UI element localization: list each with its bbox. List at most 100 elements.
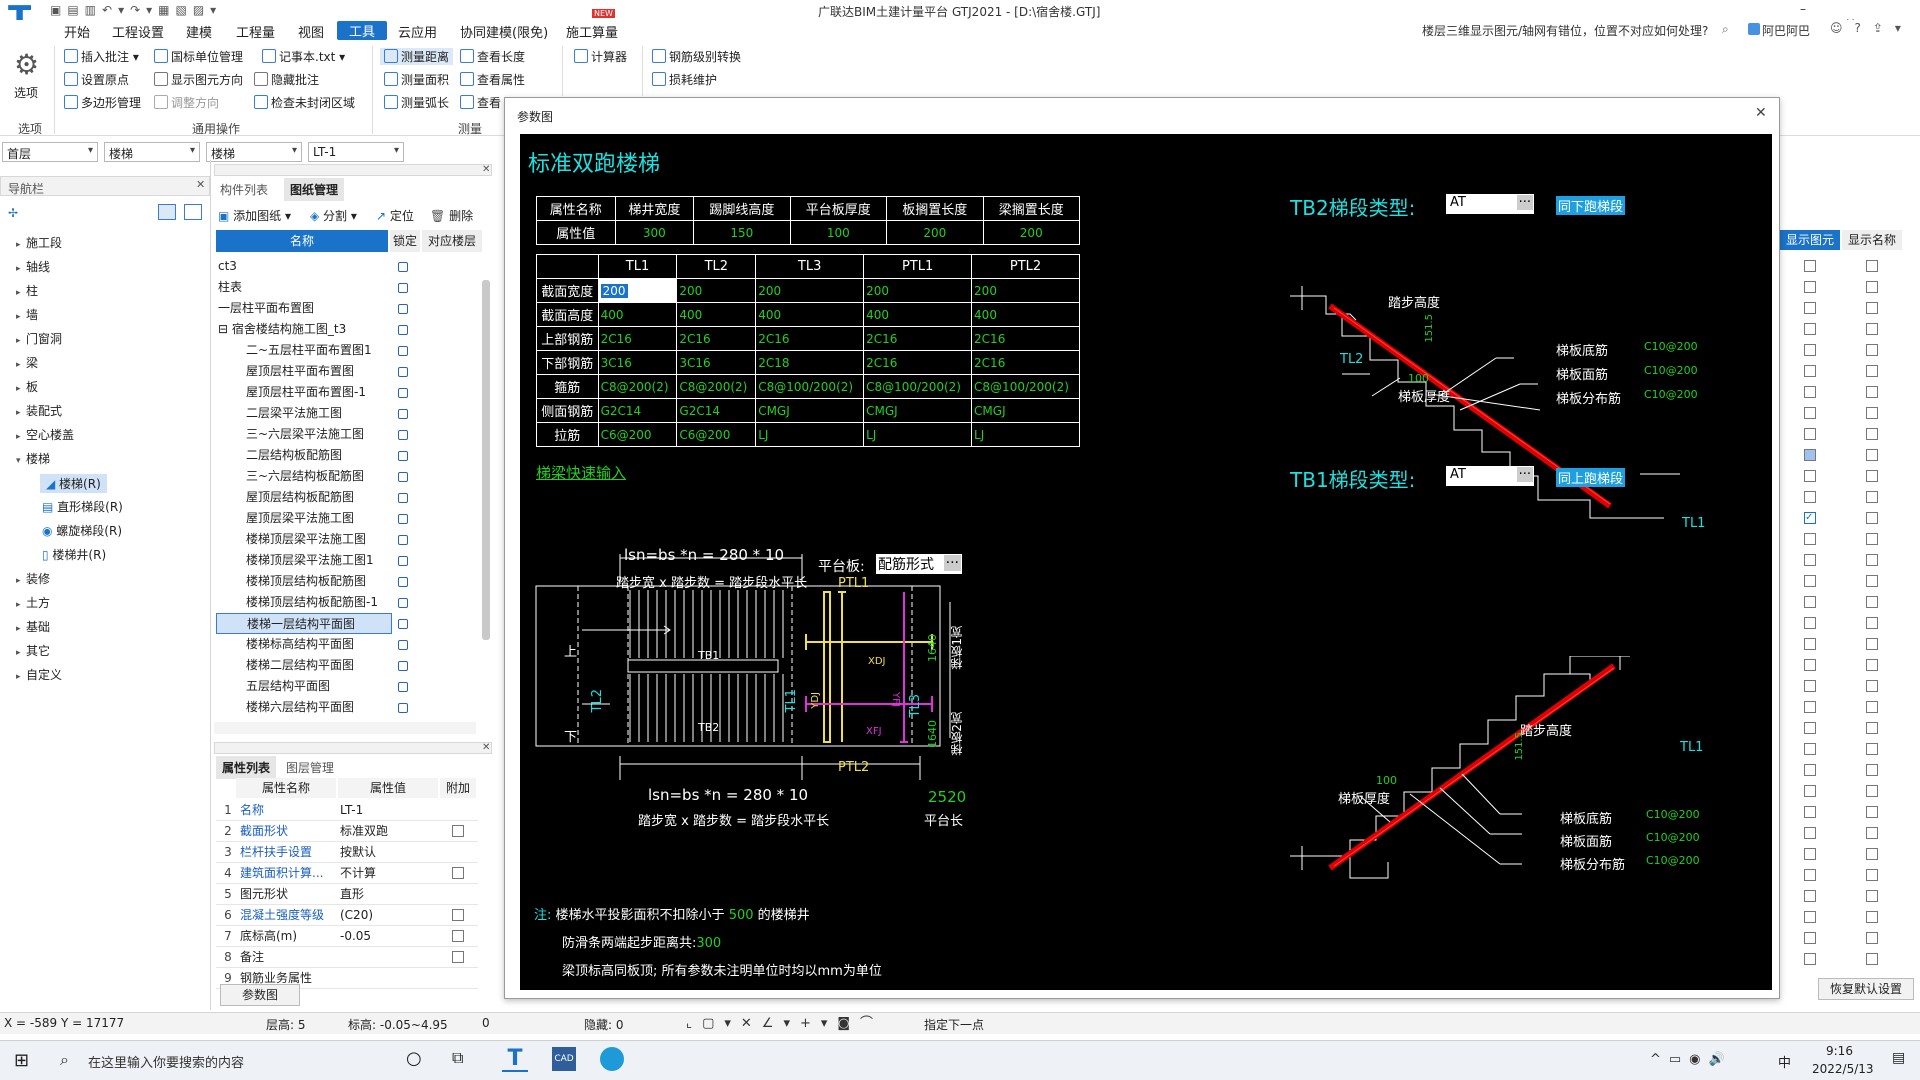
display-element-checkbox[interactable]: [1804, 659, 1816, 671]
lock-icon[interactable]: [398, 640, 408, 650]
beam-cell[interactable]: 2C16: [755, 326, 865, 351]
drawing-tree-row[interactable]: 楼梯二层结构平面图: [216, 655, 392, 676]
display-element-checkbox[interactable]: [1804, 323, 1816, 335]
drawing-tree-row[interactable]: 楼梯顶层梁平法施工图: [216, 529, 392, 550]
beam-cell[interactable]: C8@100/200(2): [755, 374, 865, 399]
prop-row[interactable]: 7 底标高(m) -0.05: [216, 926, 478, 947]
snap-toolbar-icons[interactable]: ⌞▢▾✕∠▾+▾◙⌒: [686, 1012, 883, 1031]
prop-checkbox[interactable]: [452, 951, 464, 963]
beam-cell[interactable]: C8@100/200(2): [971, 374, 1080, 399]
user-icon[interactable]: [1748, 23, 1760, 35]
display-name-checkbox[interactable]: [1866, 743, 1878, 755]
nav-item-decoration[interactable]: ▸ 装修: [16, 570, 50, 587]
quick-access-icons[interactable]: ▣▤▥↶▾↷▾▦▧▨▾: [50, 3, 222, 17]
display-element-checkbox[interactable]: [1804, 260, 1816, 272]
drawing-tree-row[interactable]: 楼梯六层结构平面图: [216, 697, 392, 718]
drawing-close-icon[interactable]: ✕: [482, 164, 490, 175]
floor-select[interactable]: 首层: [2, 142, 98, 162]
display-element-checkbox[interactable]: [1804, 449, 1816, 461]
display-element-checkbox[interactable]: [1804, 869, 1816, 881]
display-name-checkbox[interactable]: [1866, 932, 1878, 944]
prop-row[interactable]: 5 图元形状 直形: [216, 884, 478, 905]
show-direction-checkbox[interactable]: 显示图元方向: [154, 71, 243, 88]
beam-cell[interactable]: 400: [863, 302, 973, 327]
display-element-checkbox[interactable]: [1804, 806, 1816, 818]
edit-cell-value[interactable]: 200: [600, 283, 628, 298]
display-name-checkbox[interactable]: [1866, 554, 1878, 566]
cortana-icon[interactable]: ○: [406, 1048, 422, 1069]
prop-value[interactable]: (C20): [340, 905, 440, 926]
prop-checkbox[interactable]: [452, 909, 464, 921]
display-name-checkbox[interactable]: [1866, 302, 1878, 314]
tb2-type-field[interactable]: AT ···: [1446, 194, 1534, 214]
taskbar-search[interactable]: 在这里输入你要搜索的内容: [88, 1052, 244, 1071]
display-element-checkbox[interactable]: [1804, 638, 1816, 650]
nav-item-beam[interactable]: ▸ 梁: [16, 354, 38, 371]
display-name-checkbox[interactable]: [1866, 617, 1878, 629]
lock-icon[interactable]: [398, 451, 408, 461]
view-property-button[interactable]: 查看属性: [460, 71, 525, 88]
beam-cell[interactable]: CMGJ: [971, 398, 1080, 423]
tb1-type-field[interactable]: AT ···: [1446, 466, 1534, 486]
loss-maintain-button[interactable]: 损耗维护: [652, 71, 717, 88]
tab-layer-manage[interactable]: 图层管理: [286, 759, 334, 776]
beam-cell[interactable]: 3C16: [597, 350, 678, 375]
drawing-tree-row[interactable]: 屋顶层柱平面布置图: [216, 361, 392, 382]
beam-cell[interactable]: C8@200(2): [597, 374, 678, 399]
drawing-tree-row[interactable]: 屋顶层结构板配筋图: [216, 487, 392, 508]
beam-cell[interactable]: 3C16: [676, 350, 757, 375]
beam-cell[interactable]: 2C16: [863, 350, 973, 375]
display-element-checkbox[interactable]: [1804, 764, 1816, 776]
display-element-checkbox[interactable]: [1804, 470, 1816, 482]
measure-area-button[interactable]: 测量面积: [384, 71, 449, 88]
attr-value-1[interactable]: 300: [614, 220, 695, 245]
display-name-checkbox[interactable]: [1866, 512, 1878, 524]
lock-icon[interactable]: [398, 430, 408, 440]
display-name-checkbox[interactable]: [1866, 785, 1878, 797]
param-figure-button[interactable]: 参数图: [220, 984, 300, 1006]
nav-item-prefab[interactable]: ▸ 装配式: [16, 402, 62, 419]
display-name-checkbox[interactable]: [1866, 323, 1878, 335]
lock-icon[interactable]: [398, 619, 408, 629]
prop-value[interactable]: 标准双跑: [340, 821, 440, 842]
prop-row[interactable]: 3 栏杆扶手设置 按默认: [216, 842, 478, 863]
collapse-icon[interactable]: ⊟: [218, 322, 232, 336]
display-element-checkbox[interactable]: [1804, 407, 1816, 419]
unit-manage-button[interactable]: 国标单位管理: [154, 48, 243, 65]
beam-cell[interactable]: 2C16: [676, 326, 757, 351]
prop-value[interactable]: LT-1: [340, 800, 440, 821]
list-view-icon[interactable]: [158, 204, 176, 220]
toolbar-right-icons[interactable]: ☺?⇪▾: [1830, 21, 1913, 35]
beam-cell[interactable]: 200: [676, 278, 757, 303]
nav-sub-straight[interactable]: ▤ 直形梯段(R): [42, 498, 123, 515]
display-name-checkbox[interactable]: [1866, 764, 1878, 776]
prop-row[interactable]: 4 建筑面积计算... 不计算: [216, 863, 478, 884]
display-name-checkbox[interactable]: [1866, 869, 1878, 881]
search-icon[interactable]: ⌕: [1722, 22, 1729, 37]
display-element-checkbox[interactable]: [1804, 533, 1816, 545]
display-name-checkbox[interactable]: [1866, 701, 1878, 713]
beam-cell[interactable]: 400: [597, 302, 678, 327]
gtj-taskbar-icon[interactable]: T: [502, 1046, 528, 1072]
lock-icon[interactable]: [398, 283, 408, 293]
lock-icon[interactable]: [398, 598, 408, 608]
display-element-checkbox[interactable]: [1804, 386, 1816, 398]
display-name-checkbox[interactable]: [1866, 890, 1878, 902]
display-name-checkbox[interactable]: [1866, 428, 1878, 440]
drawing-tree-row[interactable]: 楼梯顶层结构板配筋图: [216, 571, 392, 592]
menu-start[interactable]: 开始: [64, 22, 90, 41]
nav-item-earthwork[interactable]: ▸ 土方: [16, 594, 50, 611]
drawing-tree-row[interactable]: 楼梯标高结构平面图: [216, 634, 392, 655]
drawing-tree-row[interactable]: 柱表: [216, 277, 392, 298]
nav-sub-spiral[interactable]: ◉ 螺旋梯段(R): [42, 522, 122, 539]
display-name-checkbox[interactable]: [1866, 281, 1878, 293]
drawing-tree-row[interactable]: 楼梯顶层梁平法施工图1: [216, 550, 392, 571]
display-element-checkbox[interactable]: ✓: [1804, 512, 1816, 524]
nav-item-column[interactable]: ▸ 柱: [16, 282, 38, 299]
nav-item-foundation[interactable]: ▸ 基础: [16, 618, 50, 635]
display-element-checkbox[interactable]: [1804, 281, 1816, 293]
prop-value[interactable]: 不计算: [340, 863, 440, 884]
tb2-same-link[interactable]: 同下跑梯段: [1556, 196, 1626, 215]
locate-button[interactable]: ↗ 定位: [376, 207, 414, 224]
menu-quantity[interactable]: 工程量: [236, 22, 275, 41]
